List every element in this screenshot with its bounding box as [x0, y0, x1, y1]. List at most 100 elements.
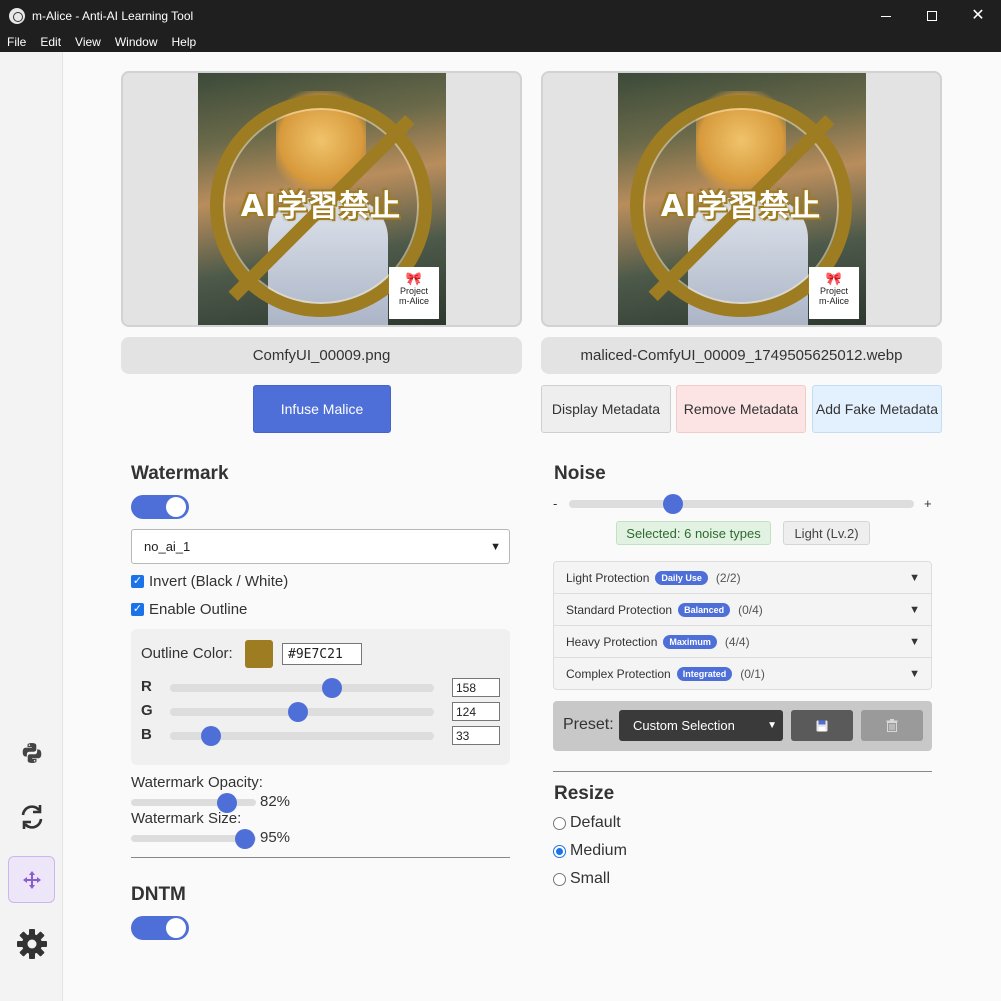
minimize-button[interactable]	[863, 0, 909, 32]
r-slider[interactable]	[170, 678, 434, 698]
move-icon	[22, 870, 41, 889]
window-controls: ✕	[863, 0, 1001, 32]
chevron-down-icon: ▼	[909, 668, 920, 680]
resize-radio-default[interactable]	[553, 816, 566, 830]
noise-group-heavy[interactable]: Heavy Protection Maximum (4/4) ▼	[554, 626, 931, 658]
chevron-down-icon: ▼	[909, 571, 920, 584]
g-field[interactable]: 124	[452, 702, 500, 721]
sidebar-settings-button[interactable]	[8, 920, 55, 967]
size-value: 95%	[260, 829, 291, 846]
project-logo: 🎀 Project m-Alice	[809, 267, 859, 319]
sidebar-python-button[interactable]	[8, 729, 55, 776]
menu-edit[interactable]: Edit	[33, 35, 68, 49]
r-label: R	[141, 678, 152, 695]
infuse-malice-button[interactable]: Infuse Malice	[253, 385, 391, 433]
output-image-panel[interactable]: AI学習禁止 🎀 Project m-Alice	[541, 71, 942, 327]
resize-option-default[interactable]: Default	[553, 814, 621, 832]
watermark-select[interactable]: no_ai_1 ▼	[131, 529, 510, 564]
invert-checkbox[interactable]: ✓	[131, 575, 144, 588]
resize-option-small[interactable]: Small	[553, 870, 610, 888]
delete-preset-button[interactable]	[861, 710, 923, 741]
opacity-value: 82%	[260, 793, 291, 810]
menu-help[interactable]: Help	[165, 35, 204, 49]
chevron-down-icon: ▼	[490, 540, 501, 553]
size-label: Watermark Size:	[131, 810, 242, 827]
noise-groups: Light Protection Daily Use (2/2) ▼ Stand…	[553, 561, 932, 690]
resize-radio-medium[interactable]	[553, 844, 566, 858]
maximize-icon	[927, 11, 937, 21]
input-image-panel[interactable]: AI学習禁止 🎀 Project m-Alice	[121, 71, 522, 327]
b-slider-thumb[interactable]	[201, 726, 221, 746]
display-metadata-button[interactable]: Display Metadata	[541, 385, 671, 433]
save-preset-button[interactable]	[791, 710, 853, 741]
g-slider[interactable]	[170, 702, 434, 722]
group-badge: Integrated	[676, 667, 733, 681]
divider	[131, 857, 510, 858]
divider	[553, 771, 932, 772]
trash-icon	[886, 719, 898, 732]
gear-icon	[16, 928, 47, 959]
b-slider[interactable]	[170, 726, 434, 746]
menu-bar: File Edit View Window Help	[0, 32, 1001, 52]
outline-color-panel: Outline Color: #9E7C21 R 158 G 124 B 33	[131, 629, 510, 765]
python-icon	[22, 742, 41, 763]
project-logo: 🎀 Project m-Alice	[389, 267, 439, 319]
group-count: (0/1)	[740, 667, 765, 681]
minimize-icon	[881, 15, 891, 17]
menu-view[interactable]: View	[68, 35, 108, 49]
noise-group-complex[interactable]: Complex Protection Integrated (0/1) ▼	[554, 658, 931, 690]
preset-select-value: Custom Selection	[633, 718, 735, 733]
title-bar: m-Alice - Anti-AI Learning Tool ✕	[0, 0, 1001, 32]
noise-plus-label: +	[924, 496, 932, 511]
dntm-toggle[interactable]	[131, 916, 189, 940]
maximize-button[interactable]	[909, 0, 955, 32]
remove-metadata-button[interactable]: Remove Metadata	[676, 385, 806, 433]
group-count: (4/4)	[724, 634, 750, 649]
noise-group-light[interactable]: Light Protection Daily Use (2/2) ▼	[554, 562, 931, 594]
app-icon	[9, 8, 25, 24]
main-content: AI学習禁止 🎀 Project m-Alice AI学習禁止 🎀 Projec…	[63, 52, 1001, 1001]
outline-checkbox[interactable]: ✓	[131, 603, 144, 616]
sidebar	[0, 52, 63, 1001]
refresh-icon	[21, 804, 42, 829]
g-label: G	[141, 702, 153, 719]
preset-select[interactable]: Custom Selection ▼	[619, 710, 783, 741]
outline-checkbox-row[interactable]: ✓ Enable Outline	[131, 601, 247, 618]
noise-selected-badge: Selected: 6 noise types	[616, 521, 771, 545]
resize-option-medium[interactable]: Medium	[553, 842, 627, 860]
close-icon: ✕	[971, 7, 985, 24]
noise-group-standard[interactable]: Standard Protection Balanced (0/4) ▼	[554, 594, 931, 626]
resize-title: Resize	[554, 783, 615, 804]
outline-color-hex-field[interactable]: #9E7C21	[282, 643, 362, 665]
chevron-down-icon: ▼	[909, 603, 920, 616]
menu-file[interactable]: File	[0, 35, 33, 49]
resize-radio-small[interactable]	[553, 872, 566, 886]
noise-slider[interactable]	[569, 494, 914, 514]
add-fake-metadata-button[interactable]: Add Fake Metadata	[812, 385, 942, 433]
g-slider-thumb[interactable]	[288, 702, 308, 722]
size-slider[interactable]	[131, 829, 256, 849]
input-image: AI学習禁止 🎀 Project m-Alice	[198, 73, 446, 325]
r-slider-thumb[interactable]	[322, 678, 342, 698]
r-field[interactable]: 158	[452, 678, 500, 697]
size-slider-thumb[interactable]	[235, 829, 255, 849]
close-button[interactable]: ✕	[955, 0, 1001, 32]
group-badge: Daily Use	[655, 570, 708, 585]
b-field[interactable]: 33	[452, 726, 500, 745]
group-count: (0/4)	[738, 602, 763, 617]
watermark-toggle[interactable]	[131, 495, 189, 519]
noise-slider-thumb[interactable]	[662, 494, 683, 514]
outline-color-label: Outline Color:	[141, 645, 233, 662]
invert-checkbox-row[interactable]: ✓ Invert (Black / White)	[131, 573, 288, 590]
dntm-title: DNTM	[131, 884, 186, 905]
outline-color-swatch[interactable]	[245, 640, 273, 668]
chevron-down-icon: ▼	[767, 720, 777, 731]
group-badge: Balanced	[678, 602, 731, 617]
noise-minus-label: -	[553, 496, 558, 511]
sidebar-move-button[interactable]	[8, 856, 55, 903]
opacity-slider[interactable]	[131, 793, 256, 813]
window-title: m-Alice - Anti-AI Learning Tool	[32, 9, 194, 23]
sidebar-refresh-button[interactable]	[8, 793, 55, 840]
menu-window[interactable]: Window	[108, 35, 165, 49]
b-label: B	[141, 726, 152, 743]
